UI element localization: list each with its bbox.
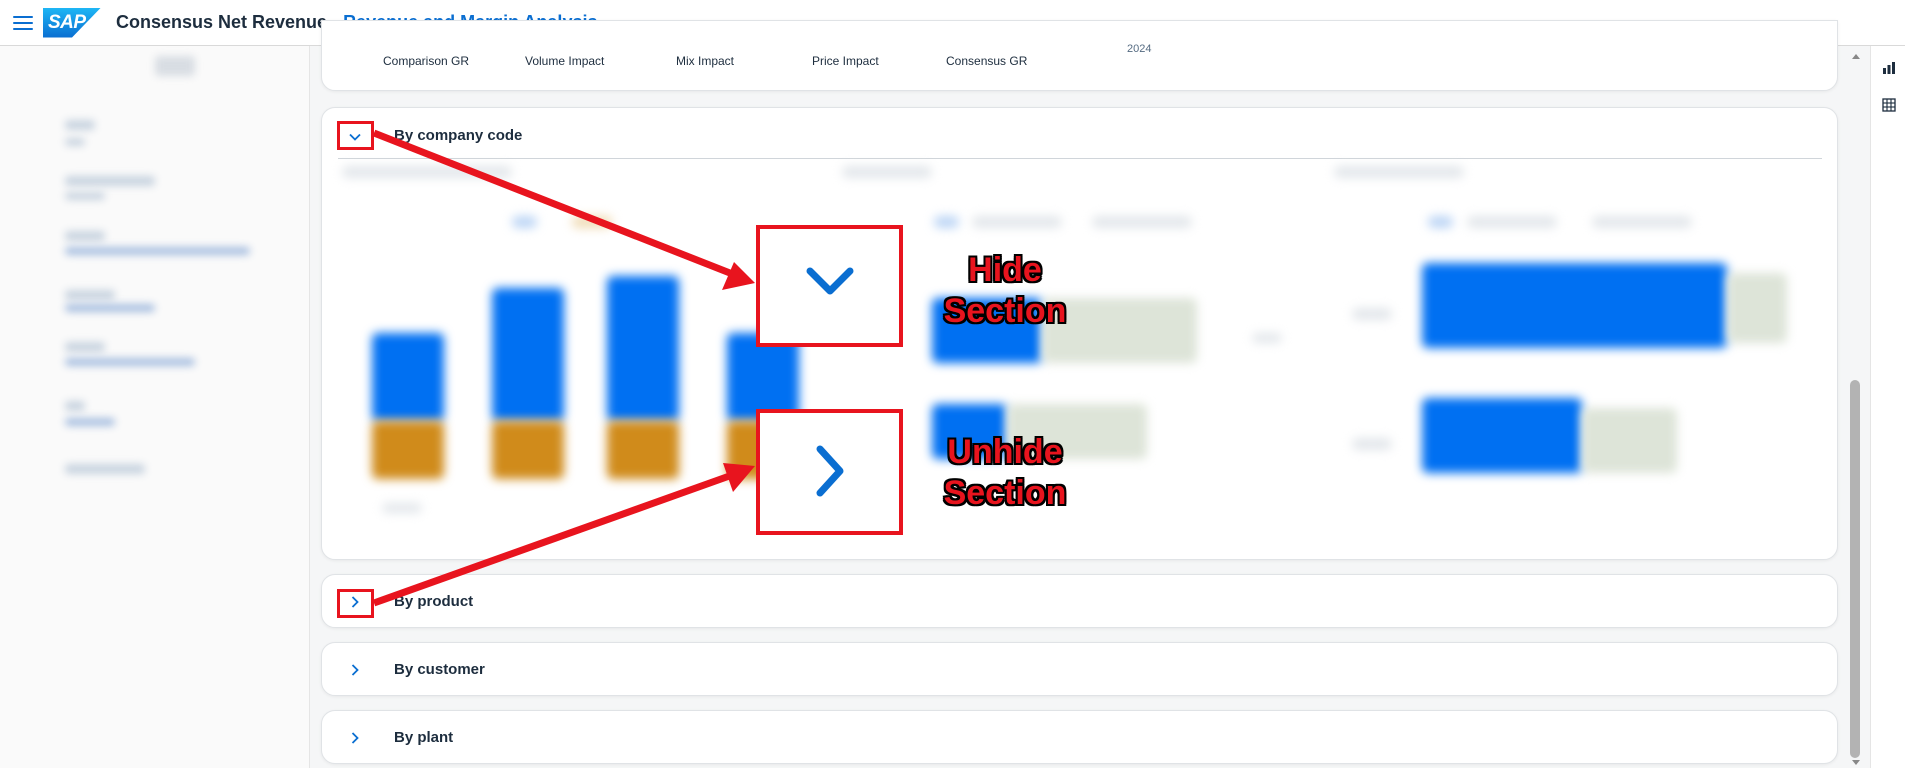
right-toolbar	[1870, 46, 1905, 768]
metric-comparison-gr: Comparison GR	[383, 54, 470, 68]
annotation-hide-label: Hide Section	[930, 250, 1080, 332]
chevron-right-icon[interactable]	[348, 663, 362, 677]
bar-chart-icon[interactable]	[1882, 61, 1896, 75]
annotation-highlight-chevron-right	[337, 589, 374, 618]
section-title-plant[interactable]: By plant	[394, 729, 453, 746]
annotation-hide-box	[756, 225, 903, 347]
section-title-customer[interactable]: By customer	[394, 661, 485, 678]
section-title-company-code[interactable]: By company code	[394, 127, 522, 144]
vertical-scrollbar[interactable]	[1848, 52, 1862, 768]
sap-logo-text: SAP	[48, 11, 86, 33]
metric-mix-impact: Mix Impact	[676, 54, 735, 68]
metric-price-impact: Price Impact	[812, 54, 879, 68]
app-title: Consensus Net Revenue	[116, 12, 328, 32]
metrics-card: Comparison GR Volume Impact Mix Impact P…	[321, 20, 1838, 91]
section-plant[interactable]: By plant	[321, 710, 1838, 764]
annotation-unhide-line2: Section	[943, 474, 1067, 512]
chevron-down-large-icon	[806, 267, 854, 295]
section-title-product[interactable]: By product	[394, 593, 473, 610]
sap-logo[interactable]: SAP	[43, 7, 101, 38]
hamburger-menu-icon[interactable]	[13, 15, 33, 30]
annotation-highlight-chevron-down	[337, 121, 374, 150]
annotation-hide-line2: Section	[943, 292, 1067, 330]
table-icon[interactable]	[1882, 98, 1896, 112]
left-filter-pane	[0, 46, 310, 768]
section-customer[interactable]: By customer	[321, 642, 1838, 696]
metric-volume-impact: Volume Impact	[525, 54, 605, 68]
section-product[interactable]: By product	[321, 574, 1838, 628]
scroll-up-arrow-icon[interactable]	[1852, 54, 1860, 59]
annotation-hide-line1: Hide	[968, 251, 1042, 289]
annotation-unhide-box	[756, 409, 903, 535]
chevron-right-icon[interactable]	[348, 731, 362, 745]
annotation-unhide-line1: Unhide	[947, 433, 1063, 471]
metric-year: 2024	[1127, 43, 1152, 55]
scroll-thumb[interactable]	[1850, 380, 1860, 758]
section-divider	[338, 158, 1822, 159]
scroll-down-arrow-icon[interactable]	[1852, 760, 1860, 765]
annotation-unhide-label: Unhide Section	[930, 432, 1080, 514]
metric-consensus-gr: Consensus GR	[946, 54, 1028, 68]
chevron-right-large-icon	[816, 445, 844, 497]
